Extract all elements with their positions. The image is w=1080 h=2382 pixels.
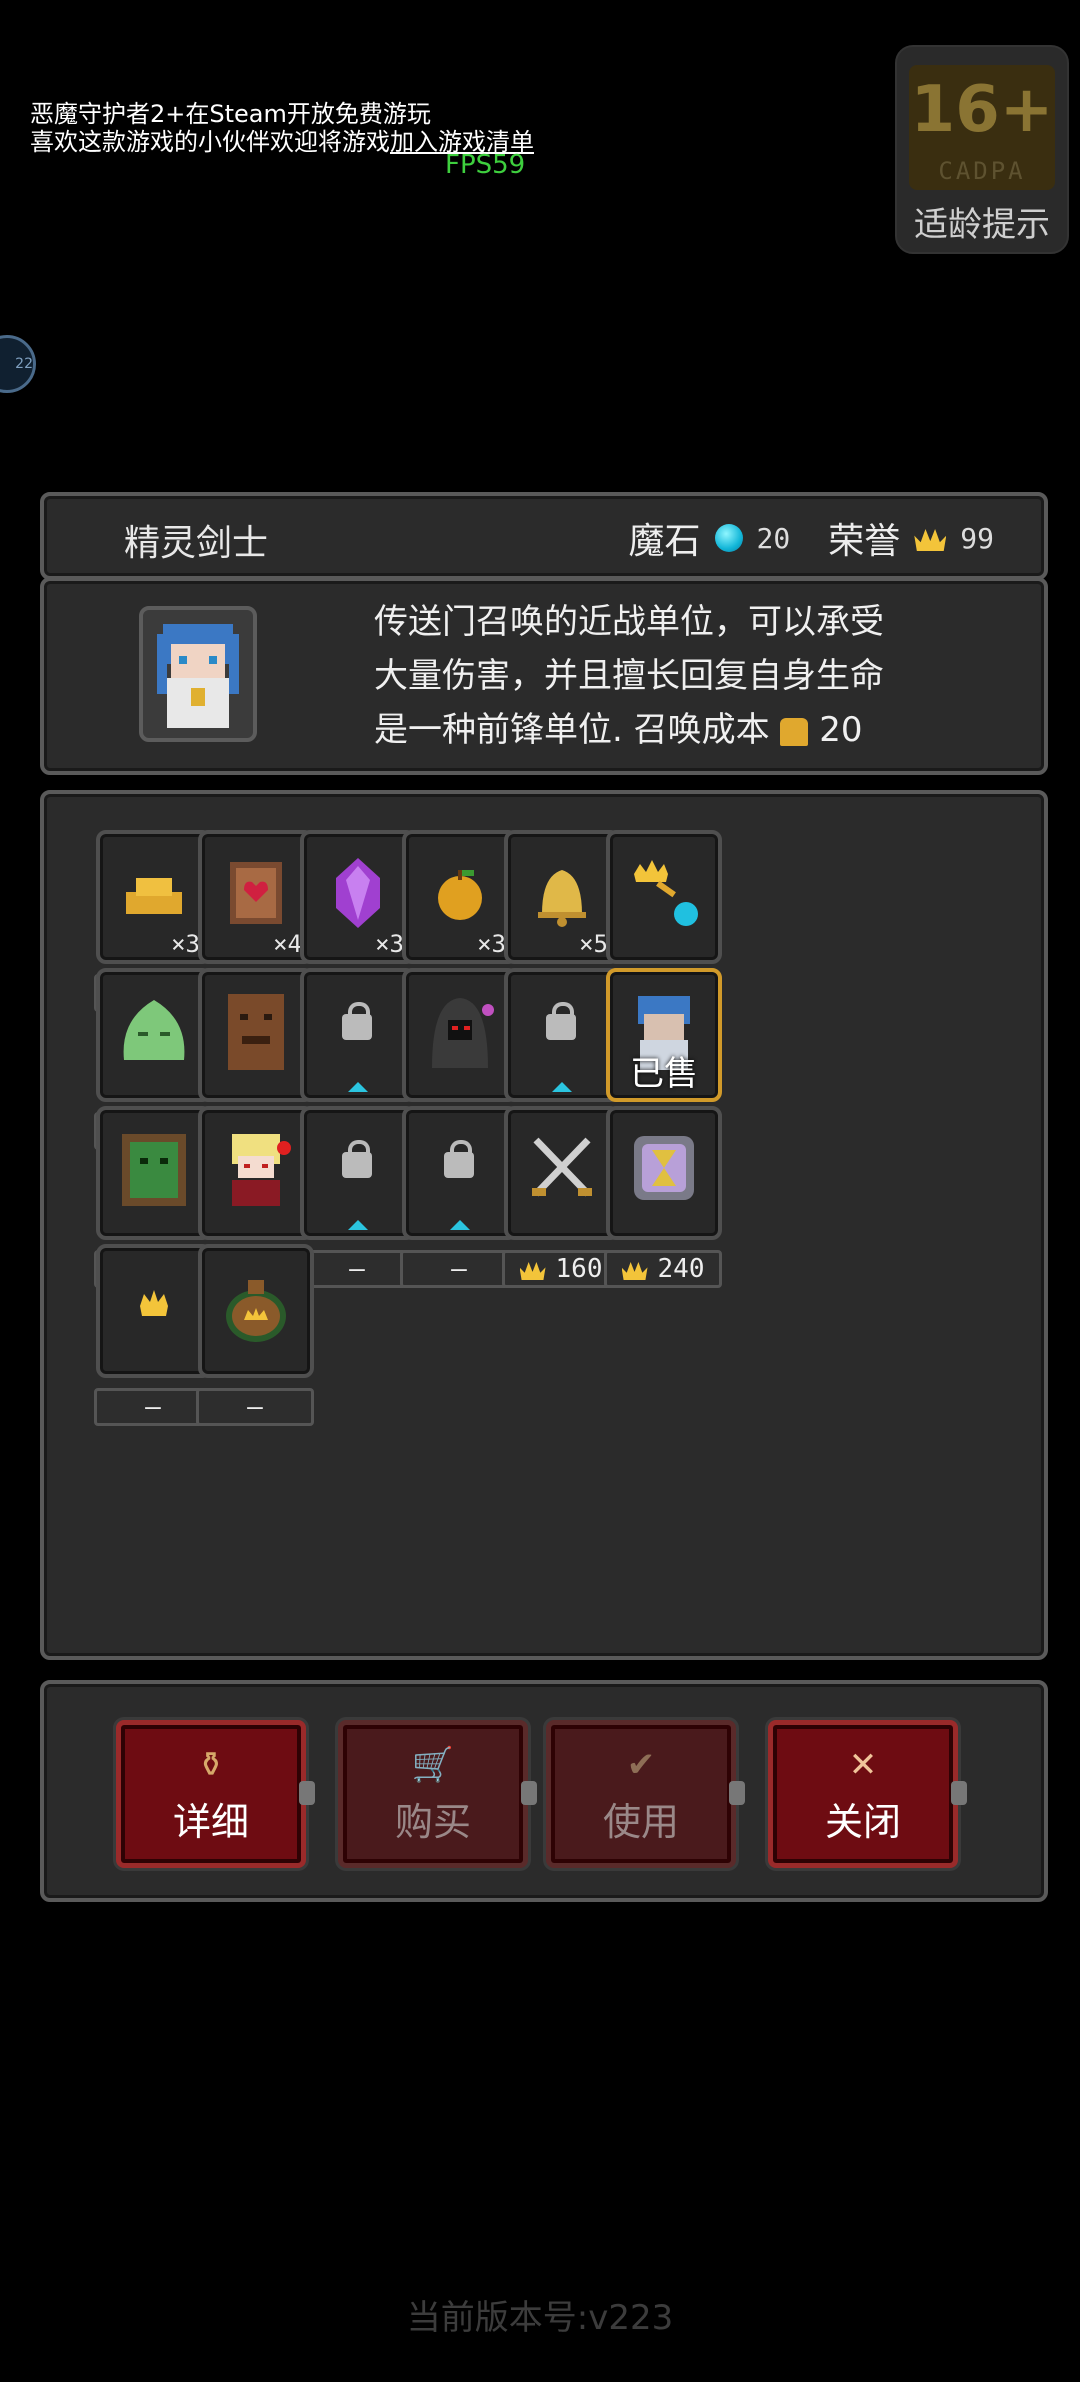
item-price: — bbox=[298, 1250, 416, 1288]
cart-icon: 🛒 bbox=[411, 1745, 455, 1785]
close-icon: ✕ bbox=[848, 1745, 878, 1785]
gold-stack-icon bbox=[116, 852, 192, 932]
summon-cost-icon bbox=[780, 717, 809, 746]
gem-icon bbox=[714, 524, 743, 552]
age-rating-badge[interactable]: 16+ CADPA 适龄提示 bbox=[895, 45, 1069, 254]
item-price: 160 bbox=[502, 1250, 620, 1288]
crossed-swords-icon bbox=[524, 1128, 600, 1208]
shop-item-slot[interactable] bbox=[198, 1244, 314, 1378]
shop-item-slot[interactable] bbox=[504, 1106, 620, 1240]
shop-item-slot[interactable] bbox=[96, 1244, 212, 1378]
age-rating-label: 适龄提示 bbox=[914, 205, 1050, 245]
shop-item-slot[interactable] bbox=[504, 968, 620, 1102]
detail-flask-icon: ⚱ bbox=[196, 1745, 226, 1785]
shop-item-slot[interactable] bbox=[300, 1106, 416, 1240]
lock-icon bbox=[546, 1002, 576, 1040]
green-slime-icon bbox=[116, 990, 192, 1070]
use-button[interactable]: ✔ 使用 bbox=[546, 1720, 745, 1868]
resource-bar: 魔石 20 荣誉 99 bbox=[629, 512, 994, 564]
bell-icon bbox=[524, 852, 600, 932]
version-label: 当前版本号:v223 bbox=[406, 2298, 674, 2338]
shop-item-slot[interactable]: ×4 bbox=[198, 830, 314, 964]
buy-button[interactable]: 🛒 购买 bbox=[338, 1720, 537, 1868]
honor-label: 荣誉 bbox=[828, 521, 901, 562]
magic-stone-label: 魔石 bbox=[628, 521, 701, 562]
crown-icon bbox=[914, 525, 946, 551]
close-button[interactable]: ✕ 关闭 bbox=[768, 1720, 967, 1868]
unlock-indicator-icon bbox=[450, 1220, 470, 1230]
crown-to-gem-icon bbox=[626, 852, 702, 932]
shop-item-slot[interactable] bbox=[198, 1106, 314, 1240]
honor-value: 99 bbox=[960, 521, 994, 555]
shop-item-slot[interactable]: ×3 bbox=[300, 830, 416, 964]
hourglass-icon bbox=[626, 1128, 702, 1208]
summon-cost-value: 20 bbox=[819, 710, 863, 750]
sold-label: 已售 bbox=[630, 1054, 698, 1094]
check-icon: ✔ bbox=[626, 1745, 656, 1785]
small-crown-icon bbox=[116, 1266, 192, 1346]
action-button-bar: ⚱ 详细 🛒 购买 ✔ 使用 ✕ 关闭 bbox=[40, 1680, 1048, 1902]
item-count: ×4 bbox=[273, 930, 302, 958]
shop-item-slot[interactable]: 已售 bbox=[606, 968, 722, 1102]
unlock-indicator-icon bbox=[552, 1082, 572, 1092]
shop-item-slot[interactable] bbox=[300, 968, 416, 1102]
shop-item-slot[interactable] bbox=[402, 968, 518, 1102]
lock-icon bbox=[444, 1140, 474, 1178]
unlock-indicator-icon bbox=[348, 1220, 368, 1230]
item-count: ×3 bbox=[375, 930, 404, 958]
item-price-value: — bbox=[451, 1254, 467, 1284]
lock-icon bbox=[342, 1002, 372, 1040]
vampire-girl-icon bbox=[218, 1128, 294, 1208]
item-price-value: 240 bbox=[657, 1254, 705, 1284]
item-price-value: — bbox=[349, 1254, 365, 1284]
item-price: — bbox=[400, 1250, 518, 1288]
crown-icon bbox=[520, 1258, 546, 1280]
item-price-value: — bbox=[145, 1392, 161, 1422]
scroll-heart-icon bbox=[218, 852, 294, 932]
age-rating-org: CADPA bbox=[938, 157, 1026, 185]
item-count: ×3 bbox=[171, 930, 200, 958]
unit-header-panel: 精灵剑士 魔石 20 荣誉 99 bbox=[40, 492, 1048, 580]
shop-item-grid: ×310×46×310×38×55—2540—60—已售—70100——1602… bbox=[40, 790, 1048, 1660]
item-count: ×5 bbox=[579, 930, 608, 958]
shop-item-slot[interactable]: ×3 bbox=[402, 830, 518, 964]
shop-item-slot[interactable] bbox=[96, 968, 212, 1102]
forest-guardian-icon bbox=[116, 1128, 192, 1208]
treant-icon bbox=[218, 990, 294, 1070]
item-price: 240 bbox=[604, 1250, 722, 1288]
detail-button[interactable]: ⚱ 详细 bbox=[116, 1720, 315, 1868]
notice-line-1: 恶魔守护者2+在Steam开放免费游玩 bbox=[30, 100, 431, 128]
purple-crystal-icon bbox=[320, 852, 396, 932]
magic-stone-value: 20 bbox=[756, 521, 791, 555]
shop-item-slot[interactable] bbox=[606, 1106, 722, 1240]
item-price-value: 160 bbox=[555, 1254, 603, 1284]
side-floating-button[interactable]: 22 bbox=[0, 335, 36, 393]
item-price-value: — bbox=[247, 1392, 263, 1422]
unit-description-panel: 传送门召唤的近战单位，可以承受 大量伤害，并且擅长回复自身生命 是一种前锋单位.… bbox=[40, 577, 1048, 775]
fps-counter: FPS59 bbox=[445, 150, 526, 180]
shop-item-slot[interactable] bbox=[198, 968, 314, 1102]
crown-icon bbox=[622, 1258, 648, 1280]
shop-item-slot[interactable] bbox=[96, 1106, 212, 1240]
item-count: ×3 bbox=[477, 930, 506, 958]
shop-item-slot[interactable]: ×5 bbox=[504, 830, 620, 964]
crown-bag-icon bbox=[218, 1266, 294, 1346]
shop-item-slot[interactable] bbox=[606, 830, 722, 964]
lock-icon bbox=[342, 1140, 372, 1178]
shop-item-slot[interactable] bbox=[402, 1106, 518, 1240]
golden-apple-icon bbox=[422, 852, 498, 932]
unit-name: 精灵剑士 bbox=[124, 523, 269, 564]
elf-swordsman-portrait-icon bbox=[139, 606, 257, 742]
shop-item-slot[interactable]: ×3 bbox=[96, 830, 212, 964]
event-notice: 恶魔守护者2+在Steam开放免费游玩 喜欢这款游戏的小伙伴欢迎将游戏加入游戏清… bbox=[30, 100, 534, 156]
item-price: — bbox=[196, 1388, 314, 1426]
dark-reaper-icon bbox=[422, 990, 498, 1070]
unit-description-text: 传送门召唤的近战单位，可以承受 大量伤害，并且擅长回复自身生命 是一种前锋单位.… bbox=[374, 602, 884, 750]
item-price: — bbox=[94, 1388, 212, 1426]
unlock-indicator-icon bbox=[348, 1082, 368, 1092]
